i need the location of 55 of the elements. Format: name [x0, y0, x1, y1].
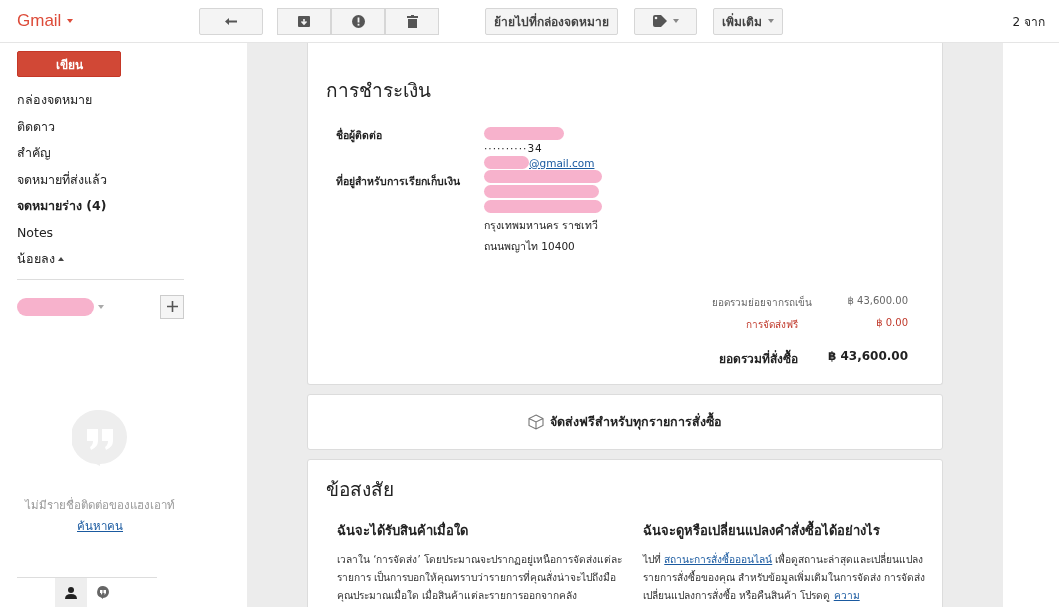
answer-text: เวลาใน ‘การจัดส่ง’ โดยประมาณจะปรากฏอยู่เหนือการจัดส่งแต่ละรายการ เป็นการบอกให้คุณทราบว่ารายการที่คุณสั่งน่าจะไปถึงมือคุณประมาณเมื่อใด เมื่อสินค้าแต่ละรายการออกจากคลัง	[337, 553, 623, 604]
answer-link[interactable]: สถานะการสั่งซื้อออนไลน์	[664, 554, 773, 565]
caret-icon	[768, 19, 774, 23]
more-button[interactable]: เพิ่มเติม	[713, 7, 783, 35]
tag-icon	[652, 15, 667, 27]
answer-link[interactable]: ความ	[833, 590, 860, 601]
question-title: ฉันจะดูหรือเปลี่ยนแปลงคำสั่งซื้อได้อย่างไร	[643, 520, 935, 541]
caret-icon	[98, 304, 104, 309]
archive-icon	[298, 15, 310, 27]
address-line: ถนนพญาไท 10400	[484, 239, 576, 255]
sidebar-item[interactable]: Notes	[17, 225, 54, 241]
labels-button[interactable]	[634, 7, 697, 35]
section-title: การชำระเงิน	[326, 78, 432, 103]
empty-contacts-text: ไม่มีรายชื่อติดต่อของแฮงเอาท์	[25, 496, 175, 514]
plus-icon	[166, 301, 178, 312]
phone-text: ··········34	[484, 142, 544, 154]
find-people-link[interactable]: ค้นหาคน	[77, 516, 123, 535]
banner-text: จัดส่งฟรีสำหรับทุกรายการสั่งซื้อ	[550, 412, 722, 432]
add-button[interactable]	[160, 294, 184, 319]
sidebar-item[interactable]: จดหมายที่ส่งแล้ว	[17, 169, 107, 190]
sidebar-item[interactable]: สำคัญ	[17, 143, 51, 164]
exclamation-icon	[351, 14, 365, 28]
sidebar-item[interactable]: ติดดาว	[17, 116, 55, 137]
field-label: ที่อยู่สำหรับการเรียกเก็บเงิน	[336, 173, 461, 190]
box-icon	[528, 414, 544, 430]
total-value: ฿ 43,600.00	[846, 295, 909, 308]
trash-icon	[406, 14, 418, 28]
contacts-tab[interactable]	[55, 578, 87, 607]
caret-icon	[67, 19, 74, 23]
total-label: ยอดรวมย่อยจากรถเข็น	[712, 295, 812, 310]
less-toggle[interactable]: น้อยลง	[17, 249, 55, 270]
total-label: ยอดรวมที่สั่งซื้อ	[712, 349, 812, 368]
address-line: กรุงเทพมหานคร ราชเทวี	[484, 218, 600, 234]
caret-up-icon	[58, 257, 64, 262]
sidebar-item[interactable]: จดหมายร่าง (4)	[17, 196, 107, 217]
section-title: ข้อสงสัย	[326, 477, 395, 502]
question-title: ฉันจะได้รับสินค้าเมื่อใด	[337, 520, 469, 540]
total-value: ฿ 0.00	[875, 317, 909, 330]
total-label: การจัดส่งฟรี	[745, 318, 799, 332]
archive-button[interactable]	[277, 7, 331, 35]
answer-text: ไปที่ สถานะการสั่งซื้อออนไลน์ เพื่อดูสถานะล่าสุดและเปลี่ยนแปลงรายการสั่งซื้อของคุณ สำหรับข้อมูลเพิ่มเติมในการจัดส่ง การจัดส่ง เปลี่ยนแปลงการสั่งซื้อ หรือคืนสินค้า โปรดดู ความ	[643, 551, 927, 604]
caret-icon	[672, 19, 679, 23]
delete-button[interactable]	[385, 7, 439, 35]
report-spam-button[interactable]	[331, 7, 385, 35]
back-arrow-icon	[225, 16, 237, 26]
message-count: 2 จาก	[1012, 13, 1045, 31]
quote-bubble-icon	[97, 586, 109, 599]
compose-button[interactable]: เขียน	[17, 51, 121, 77]
move-to-inbox-button[interactable]: ย้ายไปที่กล่องจดหมาย	[485, 7, 618, 35]
total-value: ฿ 43,600.00	[826, 349, 909, 365]
field-label: ชื่อผู้ติดต่อ	[336, 127, 383, 144]
person-icon	[65, 586, 77, 599]
email-link[interactable]: @gmail.com	[529, 156, 595, 169]
sidebar-item[interactable]: กล่องจดหมาย	[17, 90, 92, 111]
gmail-logo[interactable]: Gmail	[17, 11, 62, 31]
